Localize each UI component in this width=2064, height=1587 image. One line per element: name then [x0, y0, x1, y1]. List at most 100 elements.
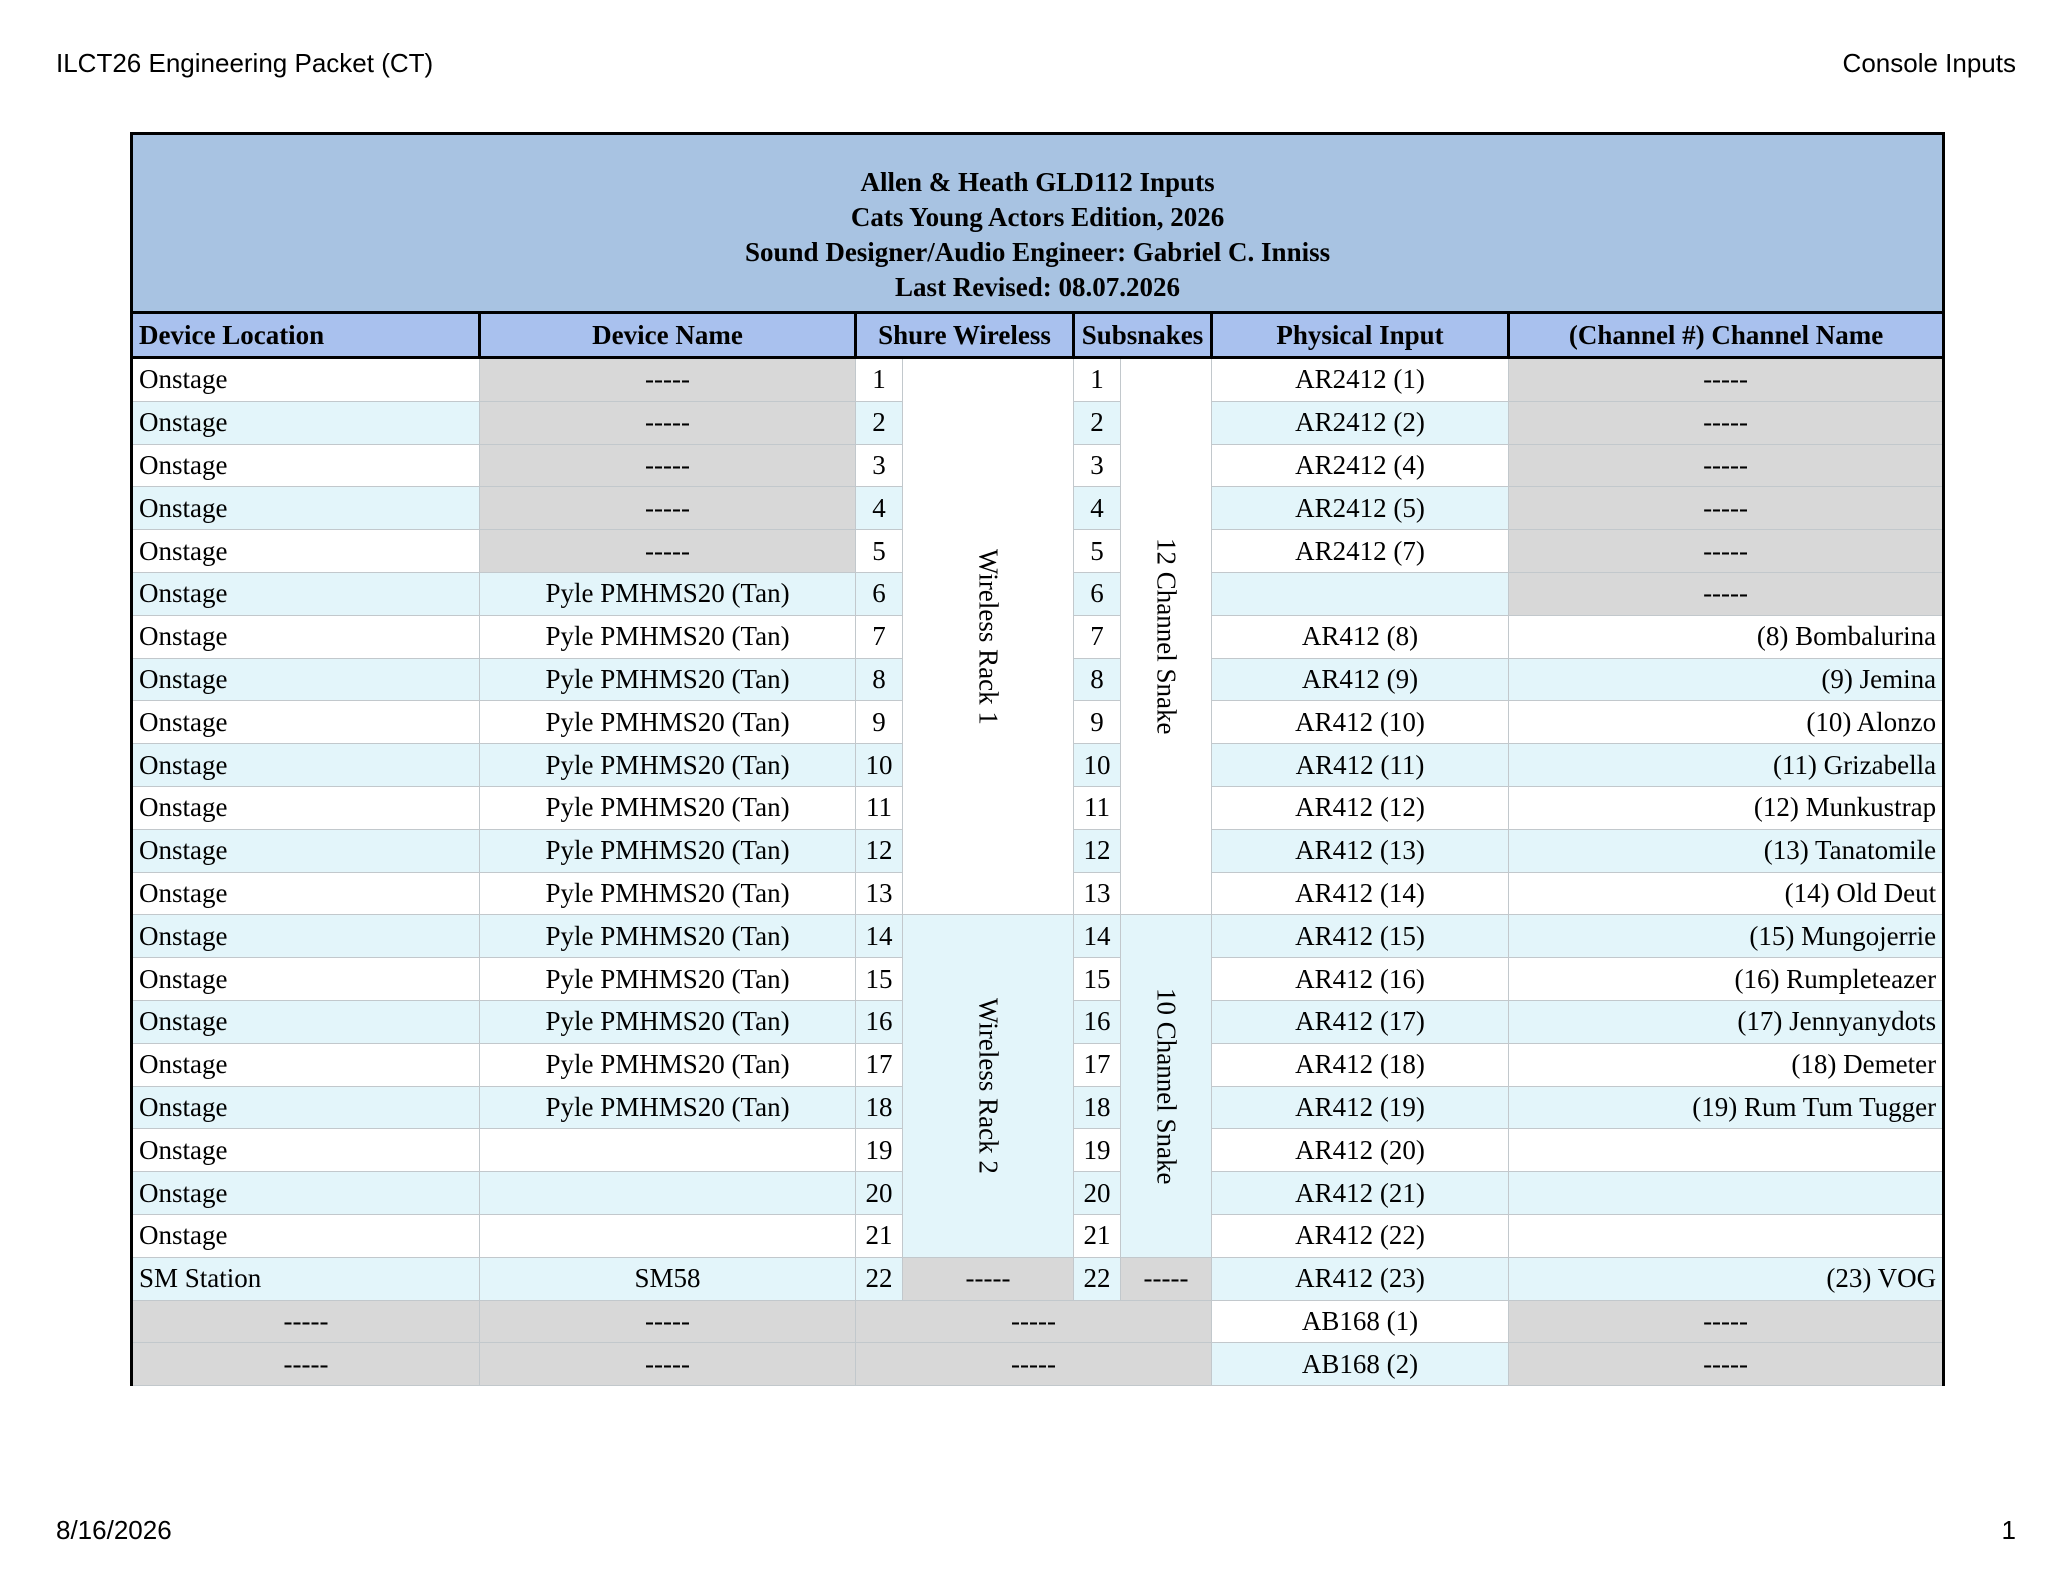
channel-name-cell: ----- — [1507, 400, 1946, 445]
channel-name-cell: ----- — [1507, 357, 1946, 402]
physical-input-cell: AB168 (2) — [1211, 1342, 1509, 1387]
device-location-cell: ----- — [130, 1299, 480, 1344]
physical-input-cell: AR412 (12) — [1211, 785, 1509, 830]
channel-name-cell: (15) Mungojerrie — [1507, 914, 1946, 959]
device-name-cell: Pyle PMHMS20 (Tan) — [479, 785, 856, 830]
physical-input-cell: AR412 (13) — [1211, 828, 1509, 873]
column-header-channel-name: (Channel #) Channel Name — [1506, 311, 1946, 359]
column-header-row: Device Location Device Name Shure Wirele… — [130, 311, 1946, 359]
device-name-cell: Pyle PMHMS20 (Tan) — [479, 657, 856, 702]
wireless-rack-2-group: Wireless Rack 2 — [902, 914, 1074, 1258]
wireless-channel-cell: 20 — [855, 1171, 903, 1215]
column-header-device-name: Device Name — [478, 311, 857, 359]
channel-name-cell — [1507, 1128, 1946, 1173]
device-name-cell: ----- — [479, 1342, 856, 1387]
physical-input-cell: AR412 (11) — [1211, 743, 1509, 787]
subsnake-channel-cell: 11 — [1073, 785, 1121, 830]
device-name-cell: ----- — [479, 486, 856, 531]
device-location-cell: Onstage — [130, 357, 480, 402]
wireless-subsnake-merged-cell: ----- — [855, 1299, 1212, 1344]
page-header-section: Console Inputs — [1842, 48, 2016, 78]
channel-name-cell: (19) Rum Tum Tugger — [1507, 1085, 1946, 1130]
device-location-cell: Onstage — [130, 743, 480, 787]
channel-name-cell: (13) Tanatomile — [1507, 828, 1946, 873]
device-name-cell — [479, 1213, 856, 1258]
column-header-physical-input: Physical Input — [1210, 311, 1510, 359]
snake-12-channel-label: 12 Channel Snake — [1151, 538, 1182, 735]
device-name-cell: ----- — [479, 529, 856, 573]
physical-input-cell: AR2412 (5) — [1211, 486, 1509, 531]
physical-input-cell: AR412 (23) — [1211, 1256, 1509, 1301]
channel-name-cell: (16) Rumpleteazer — [1507, 957, 1946, 1001]
page-footer-page-number: 1 — [2001, 1515, 2016, 1545]
device-name-cell — [479, 1128, 856, 1173]
table-row: ----- ----- ----- AB168 (2) ----- — [130, 1342, 1946, 1387]
physical-input-cell — [1211, 571, 1509, 616]
device-location-cell: Onstage — [130, 1042, 480, 1087]
wireless-channel-cell: 11 — [855, 785, 903, 830]
channel-name-cell: (17) Jennyanydots — [1507, 999, 1946, 1044]
wireless-channel-cell: 6 — [855, 571, 903, 616]
page-footer-date: 8/16/2026 — [56, 1515, 172, 1545]
snake-10-channel-group: 10 Channel Snake — [1120, 914, 1212, 1258]
physical-input-cell: AR412 (17) — [1211, 999, 1509, 1044]
device-name-cell: Pyle PMHMS20 (Tan) — [479, 828, 856, 873]
device-location-cell: Onstage — [130, 957, 480, 1001]
subsnake-channel-cell: 15 — [1073, 957, 1121, 1001]
wireless-channel-cell: 8 — [855, 657, 903, 702]
wireless-channel-cell: 19 — [855, 1128, 903, 1173]
title-line-1: Allen & Heath GLD112 Inputs — [860, 167, 1215, 197]
device-location-cell: ----- — [130, 1342, 480, 1387]
wireless-channel-cell: 18 — [855, 1085, 903, 1130]
device-name-cell: ----- — [479, 357, 856, 402]
subsnake-channel-cell: 1 — [1073, 357, 1121, 402]
title-block: Allen & Heath GLD112 Inputs Cats Young A… — [129, 132, 1946, 314]
channel-name-cell — [1507, 1171, 1946, 1215]
physical-input-cell: AR412 (21) — [1211, 1171, 1509, 1215]
channel-name-cell: ----- — [1507, 486, 1946, 531]
device-location-cell: Onstage — [130, 614, 480, 659]
column-header-shure-wireless: Shure Wireless — [854, 311, 1075, 359]
channel-name-cell — [1507, 1213, 1946, 1258]
wireless-rack-1-group: Wireless Rack 1 — [902, 356, 1074, 916]
physical-input-cell: AB168 (1) — [1211, 1299, 1509, 1344]
device-location-cell: Onstage — [130, 486, 480, 531]
subsnake-channel-cell: 14 — [1073, 914, 1121, 959]
wireless-rack-2-label: Wireless Rack 2 — [973, 998, 1004, 1174]
channel-name-cell: (23) VOG — [1507, 1256, 1946, 1301]
subsnake-channel-cell: 12 — [1073, 828, 1121, 873]
device-name-cell: ----- — [479, 443, 856, 488]
device-name-cell: Pyle PMHMS20 (Tan) — [479, 914, 856, 959]
channel-name-cell: ----- — [1507, 529, 1946, 573]
device-location-cell: Onstage — [130, 529, 480, 573]
snake-12-channel-group: 12 Channel Snake — [1120, 356, 1212, 916]
wireless-subsnake-merged-cell: ----- — [855, 1342, 1212, 1387]
device-name-cell: Pyle PMHMS20 (Tan) — [479, 700, 856, 745]
device-name-cell: Pyle PMHMS20 (Tan) — [479, 1085, 856, 1130]
wireless-channel-cell: 7 — [855, 614, 903, 659]
table-row: Onstage ----- 1 Wireless Rack 1 1 12 Channel … — [130, 356, 1946, 916]
channel-name-cell: (10) Alonzo — [1507, 700, 1946, 745]
physical-input-cell: AR412 (15) — [1211, 914, 1509, 959]
column-header-device-location: Device Location — [130, 311, 481, 359]
subsnake-channel-cell: 22 — [1073, 1256, 1121, 1301]
physical-input-cell: AR412 (19) — [1211, 1085, 1509, 1130]
device-name-cell: Pyle PMHMS20 (Tan) — [479, 614, 856, 659]
snake-10-channel-label: 10 Channel Snake — [1151, 987, 1182, 1185]
page-header-title: ILCT26 Engineering Packet (CT) — [56, 48, 434, 78]
device-location-cell: Onstage — [130, 571, 480, 616]
device-name-cell: Pyle PMHMS20 (Tan) — [479, 743, 856, 787]
physical-input-cell: AR412 (10) — [1211, 700, 1509, 745]
wireless-channel-cell: 16 — [855, 999, 903, 1044]
wireless-channel-cell: 17 — [855, 1042, 903, 1087]
wireless-channel-cell: 15 — [855, 957, 903, 1001]
subsnake-channel-cell: 13 — [1073, 871, 1121, 916]
subsnake-channel-cell: 3 — [1073, 443, 1121, 488]
physical-input-cell: AR412 (8) — [1211, 614, 1509, 659]
subsnake-channel-cell: 18 — [1073, 1085, 1121, 1130]
subsnake-channel-cell: 7 — [1073, 614, 1121, 659]
device-name-cell: Pyle PMHMS20 (Tan) — [479, 1042, 856, 1087]
wireless-channel-cell: 4 — [855, 486, 903, 531]
channel-name-cell: (9) Jemina — [1507, 657, 1946, 702]
wireless-channel-cell: 10 — [855, 743, 903, 787]
